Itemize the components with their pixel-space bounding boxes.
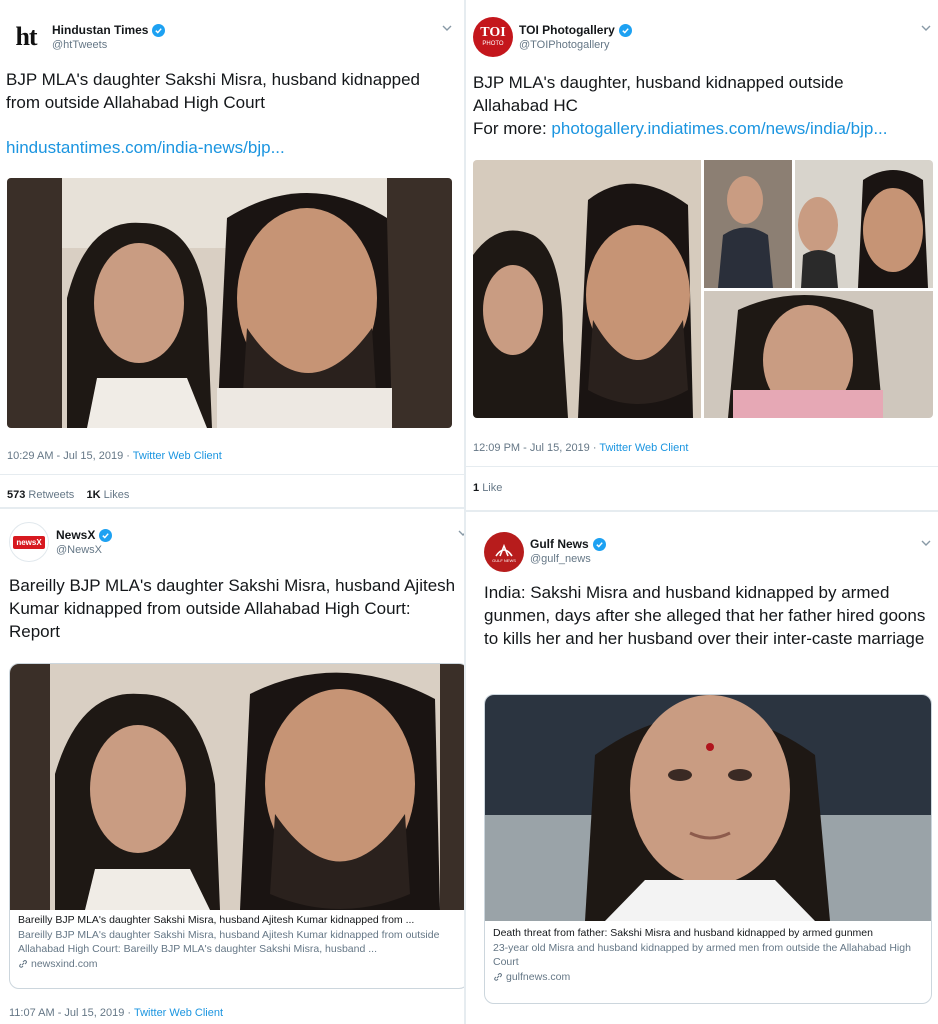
gulf-news-logo-icon	[495, 543, 513, 556]
tweet-link[interactable]: hindustantimes.com/india-news/bjp...	[6, 136, 285, 159]
avatar-toi-photogallery[interactable]: TOI PHOTO	[473, 17, 513, 57]
stats-divider	[466, 466, 938, 467]
link-preview-domain: newsxind.com	[18, 958, 460, 970]
author-row: Gulf News	[530, 537, 606, 551]
link-icon	[494, 973, 502, 981]
tweet-text: BJP MLA's daughter, husband kidnapped ou…	[473, 73, 888, 138]
tweet-text: BJP MLA's daughter Sakshi Misra, husband…	[6, 70, 421, 112]
tweet-photo-gallery[interactable]	[473, 160, 933, 418]
tweet-newsx[interactable]: newsX NewsX @NewsX Bareilly BJP MLA's da…	[0, 509, 464, 1024]
verified-badge-icon	[592, 537, 606, 551]
author-handle[interactable]: @NewsX	[56, 544, 102, 556]
author-handle[interactable]: @htTweets	[52, 39, 107, 51]
tweet-photo[interactable]	[7, 178, 452, 428]
tweet-timestamp: 11:07 AM - Jul 15, 2019 · Twitter Web Cl…	[9, 1007, 224, 1019]
photo-grid	[473, 160, 933, 418]
author-row: NewsX	[56, 528, 113, 542]
author-name[interactable]: NewsX	[56, 528, 95, 542]
chevron-down-icon[interactable]	[920, 22, 932, 34]
verified-badge-icon	[152, 23, 166, 37]
link-preview-image	[485, 695, 931, 921]
chevron-down-icon[interactable]	[441, 22, 453, 34]
link-preview-description: Bareilly BJP MLA's daughter Sakshi Misra…	[18, 929, 440, 955]
link-preview-card[interactable]: Bareilly BJP MLA's daughter Sakshi Misra…	[9, 663, 464, 989]
tweet-text: India: Sakshi Misra and husband kidnappe…	[484, 583, 926, 648]
chevron-down-icon[interactable]	[457, 527, 464, 539]
author-name[interactable]: Hindustan Times	[52, 23, 148, 37]
tweet-link[interactable]: photogallery.indiatimes.com/news/india/b…	[551, 119, 887, 138]
retweet-count[interactable]: 573 Retweets	[7, 489, 74, 501]
author-row: TOI Photogallery	[519, 23, 632, 37]
author-name[interactable]: TOI Photogallery	[519, 23, 615, 37]
link-preview-text: Death threat from father: Sakshi Misra a…	[485, 921, 931, 989]
like-count[interactable]: 1 Like	[473, 482, 502, 494]
link-preview-description: 23-year old Misra and husband kidnapped …	[493, 942, 911, 968]
tweet-toi-photogallery[interactable]: TOI PHOTO TOI Photogallery @TOIPhotogall…	[466, 0, 938, 510]
link-preview-title[interactable]: Bareilly BJP MLA's daughter Sakshi Misra…	[18, 914, 460, 926]
tweet-stats: 1 Like	[473, 482, 502, 494]
author-handle[interactable]: @TOIPhotogallery	[519, 39, 609, 51]
avatar-gulf-news[interactable]: GULF NEWS	[484, 532, 524, 572]
author-row: Hindustan Times	[52, 23, 166, 37]
stats-divider	[0, 474, 464, 475]
link-icon	[19, 960, 27, 968]
tweet-timestamp: 12:09 PM - Jul 15, 2019 · Twitter Web Cl…	[473, 442, 689, 454]
photo-couple-in-car	[7, 178, 452, 428]
like-count[interactable]: 1K Likes	[87, 489, 130, 501]
link-preview-domain: gulfnews.com	[493, 971, 923, 983]
tweet-timestamp: 10:29 AM - Jul 15, 2019 · Twitter Web Cl…	[7, 450, 222, 462]
verified-badge-icon	[99, 528, 113, 542]
link-preview-text: Bareilly BJP MLA's daughter Sakshi Misra…	[10, 910, 464, 974]
verified-badge-icon	[618, 23, 632, 37]
tweet-gulf-news[interactable]: GULF NEWS Gulf News @gulf_news India: Sa…	[466, 512, 938, 1024]
link-preview-image	[10, 664, 464, 910]
author-handle[interactable]: @gulf_news	[530, 553, 591, 565]
link-preview-card[interactable]: Death threat from father: Sakshi Misra a…	[484, 694, 932, 1004]
tweet-hindustan-times[interactable]: ht Hindustan Times @htTweets BJP MLA's d…	[0, 0, 464, 507]
avatar-hindustan-times[interactable]: ht	[6, 17, 46, 57]
tweet-text: Bareilly BJP MLA's daughter Sakshi Misra…	[9, 576, 456, 641]
avatar-newsx[interactable]: newsX	[9, 522, 49, 562]
link-preview-title[interactable]: Death threat from father: Sakshi Misra a…	[493, 927, 923, 939]
chevron-down-icon[interactable]	[920, 537, 932, 549]
author-name[interactable]: Gulf News	[530, 537, 589, 551]
tweet-stats: 573 Retweets 1K Likes	[7, 489, 129, 501]
